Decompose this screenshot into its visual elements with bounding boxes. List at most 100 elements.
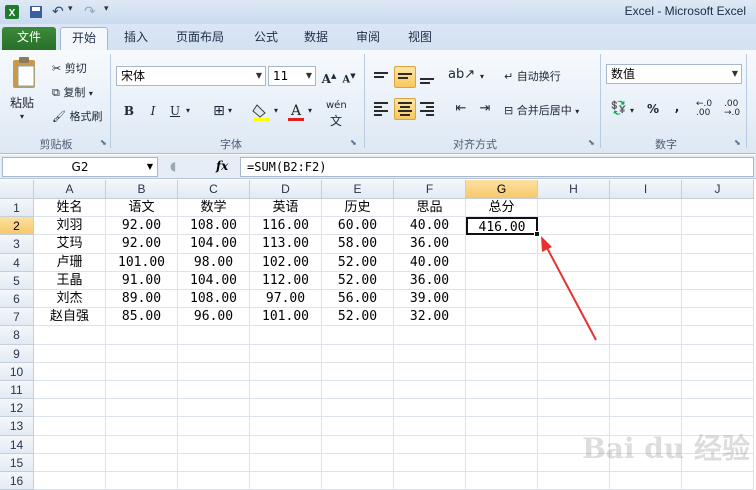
decrease-decimal-button[interactable]: .00 →.0: [724, 100, 740, 118]
cell-c14[interactable]: [178, 435, 250, 454]
cell-h7[interactable]: [538, 308, 610, 327]
cell-c2[interactable]: 108.00: [178, 217, 250, 236]
font-color-dropdown-icon[interactable]: ▾: [308, 106, 312, 115]
cell-d6[interactable]: 97.00: [250, 290, 322, 309]
cell-a13[interactable]: [34, 417, 106, 436]
cell-e14[interactable]: [322, 435, 394, 454]
cell-i1[interactable]: [610, 199, 682, 218]
cell-e10[interactable]: [322, 362, 394, 381]
cell-a5[interactable]: 王晶: [34, 271, 106, 290]
cell-c7[interactable]: 96.00: [178, 308, 250, 327]
cell-d9[interactable]: [250, 344, 322, 363]
cell-j10[interactable]: [682, 362, 754, 381]
cell-e16[interactable]: [322, 472, 394, 490]
cell-b5[interactable]: 91.00: [106, 271, 178, 290]
phonetic-button[interactable]: wén: [326, 100, 347, 111]
cell-a16[interactable]: [34, 472, 106, 490]
merge-center-button[interactable]: ⊟ 合并后居中 ▾: [504, 102, 579, 118]
cell-b16[interactable]: [106, 472, 178, 490]
cell-a14[interactable]: [34, 435, 106, 454]
font-color-icon[interactable]: A: [286, 102, 306, 122]
cell-a4[interactable]: 卢珊: [34, 253, 106, 272]
align-middle-icon[interactable]: [394, 66, 416, 88]
cell-b15[interactable]: [106, 453, 178, 472]
cell-a2[interactable]: 刘羽: [34, 217, 106, 236]
cell-j8[interactable]: [682, 326, 754, 345]
cell-i9[interactable]: [610, 344, 682, 363]
cell-j5[interactable]: [682, 271, 754, 290]
tab-home[interactable]: 开始: [60, 27, 108, 50]
clipboard-launcher-icon[interactable]: ⬊: [100, 138, 107, 147]
cell-i2[interactable]: [610, 217, 682, 236]
redo-icon[interactable]: ↷: [84, 4, 96, 20]
cell-f16[interactable]: [394, 472, 466, 490]
cell-a8[interactable]: [34, 326, 106, 345]
cell-f10[interactable]: [394, 362, 466, 381]
cell-e11[interactable]: [322, 381, 394, 400]
cell-d1[interactable]: 英语: [250, 199, 322, 218]
tab-view[interactable]: 视图: [398, 27, 442, 50]
cell-c13[interactable]: [178, 417, 250, 436]
tab-insert[interactable]: 插入: [114, 27, 158, 50]
tab-data[interactable]: 数据: [294, 27, 338, 50]
cell-f2[interactable]: 40.00: [394, 217, 466, 236]
cell-d14[interactable]: [250, 435, 322, 454]
cell-j16[interactable]: [682, 472, 754, 490]
cell-b6[interactable]: 89.00: [106, 290, 178, 309]
tab-review[interactable]: 审阅: [346, 27, 390, 50]
cell-g8[interactable]: [466, 326, 538, 345]
undo-dropdown-icon[interactable]: ▾: [68, 4, 73, 20]
cut-button[interactable]: ✂ 剪切: [52, 60, 87, 76]
cell-b7[interactable]: 85.00: [106, 308, 178, 327]
cell-b13[interactable]: [106, 417, 178, 436]
cell-g11[interactable]: [466, 381, 538, 400]
formula-input[interactable]: =SUM(B2:F2): [240, 157, 754, 177]
cell-d2[interactable]: 116.00: [250, 217, 322, 236]
borders-dropdown-icon[interactable]: ▾: [228, 106, 232, 115]
fill-color-dropdown-icon[interactable]: ▾: [274, 106, 278, 115]
cell-d7[interactable]: 101.00: [250, 308, 322, 327]
number-format-select[interactable]: 数值 ▼: [606, 64, 742, 84]
fill-color-icon[interactable]: [252, 102, 272, 122]
cell-d15[interactable]: [250, 453, 322, 472]
cell-c6[interactable]: 108.00: [178, 290, 250, 309]
number-launcher-icon[interactable]: ⬊: [734, 138, 741, 147]
row-header-13[interactable]: 13: [0, 417, 34, 436]
cell-g3[interactable]: [466, 235, 538, 254]
borders-icon[interactable]: ⊞: [208, 100, 230, 122]
cell-b8[interactable]: [106, 326, 178, 345]
copy-button[interactable]: ⧉ 复制 ▾: [52, 84, 93, 100]
cell-a15[interactable]: [34, 453, 106, 472]
cell-j4[interactable]: [682, 253, 754, 272]
undo-icon[interactable]: ↶: [52, 4, 64, 20]
cell-i11[interactable]: [610, 381, 682, 400]
cell-h9[interactable]: [538, 344, 610, 363]
cell-g9[interactable]: [466, 344, 538, 363]
cell-h1[interactable]: [538, 199, 610, 218]
cell-e12[interactable]: [322, 399, 394, 418]
cell-f3[interactable]: 36.00: [394, 235, 466, 254]
cell-b14[interactable]: [106, 435, 178, 454]
paste-dropdown-icon[interactable]: ▾: [20, 112, 24, 121]
cell-d10[interactable]: [250, 362, 322, 381]
cell-g13[interactable]: [466, 417, 538, 436]
cell-d4[interactable]: 102.00: [250, 253, 322, 272]
cell-b1[interactable]: 语文: [106, 199, 178, 218]
orientation-icon[interactable]: ab↗: [448, 64, 475, 86]
cell-j9[interactable]: [682, 344, 754, 363]
cell-g16[interactable]: [466, 472, 538, 490]
cell-g10[interactable]: [466, 362, 538, 381]
font-name-select[interactable]: 宋体 ▼: [116, 66, 266, 86]
cell-i16[interactable]: [610, 472, 682, 490]
cell-j12[interactable]: [682, 399, 754, 418]
cell-i7[interactable]: [610, 308, 682, 327]
align-top-icon[interactable]: [374, 72, 388, 80]
cell-g4[interactable]: [466, 253, 538, 272]
cell-e9[interactable]: [322, 344, 394, 363]
cell-f8[interactable]: [394, 326, 466, 345]
cell-i3[interactable]: [610, 235, 682, 254]
cell-e13[interactable]: [322, 417, 394, 436]
cell-h3[interactable]: [538, 235, 610, 254]
cell-e3[interactable]: 58.00: [322, 235, 394, 254]
font-size-select[interactable]: 11 ▼: [268, 66, 316, 86]
